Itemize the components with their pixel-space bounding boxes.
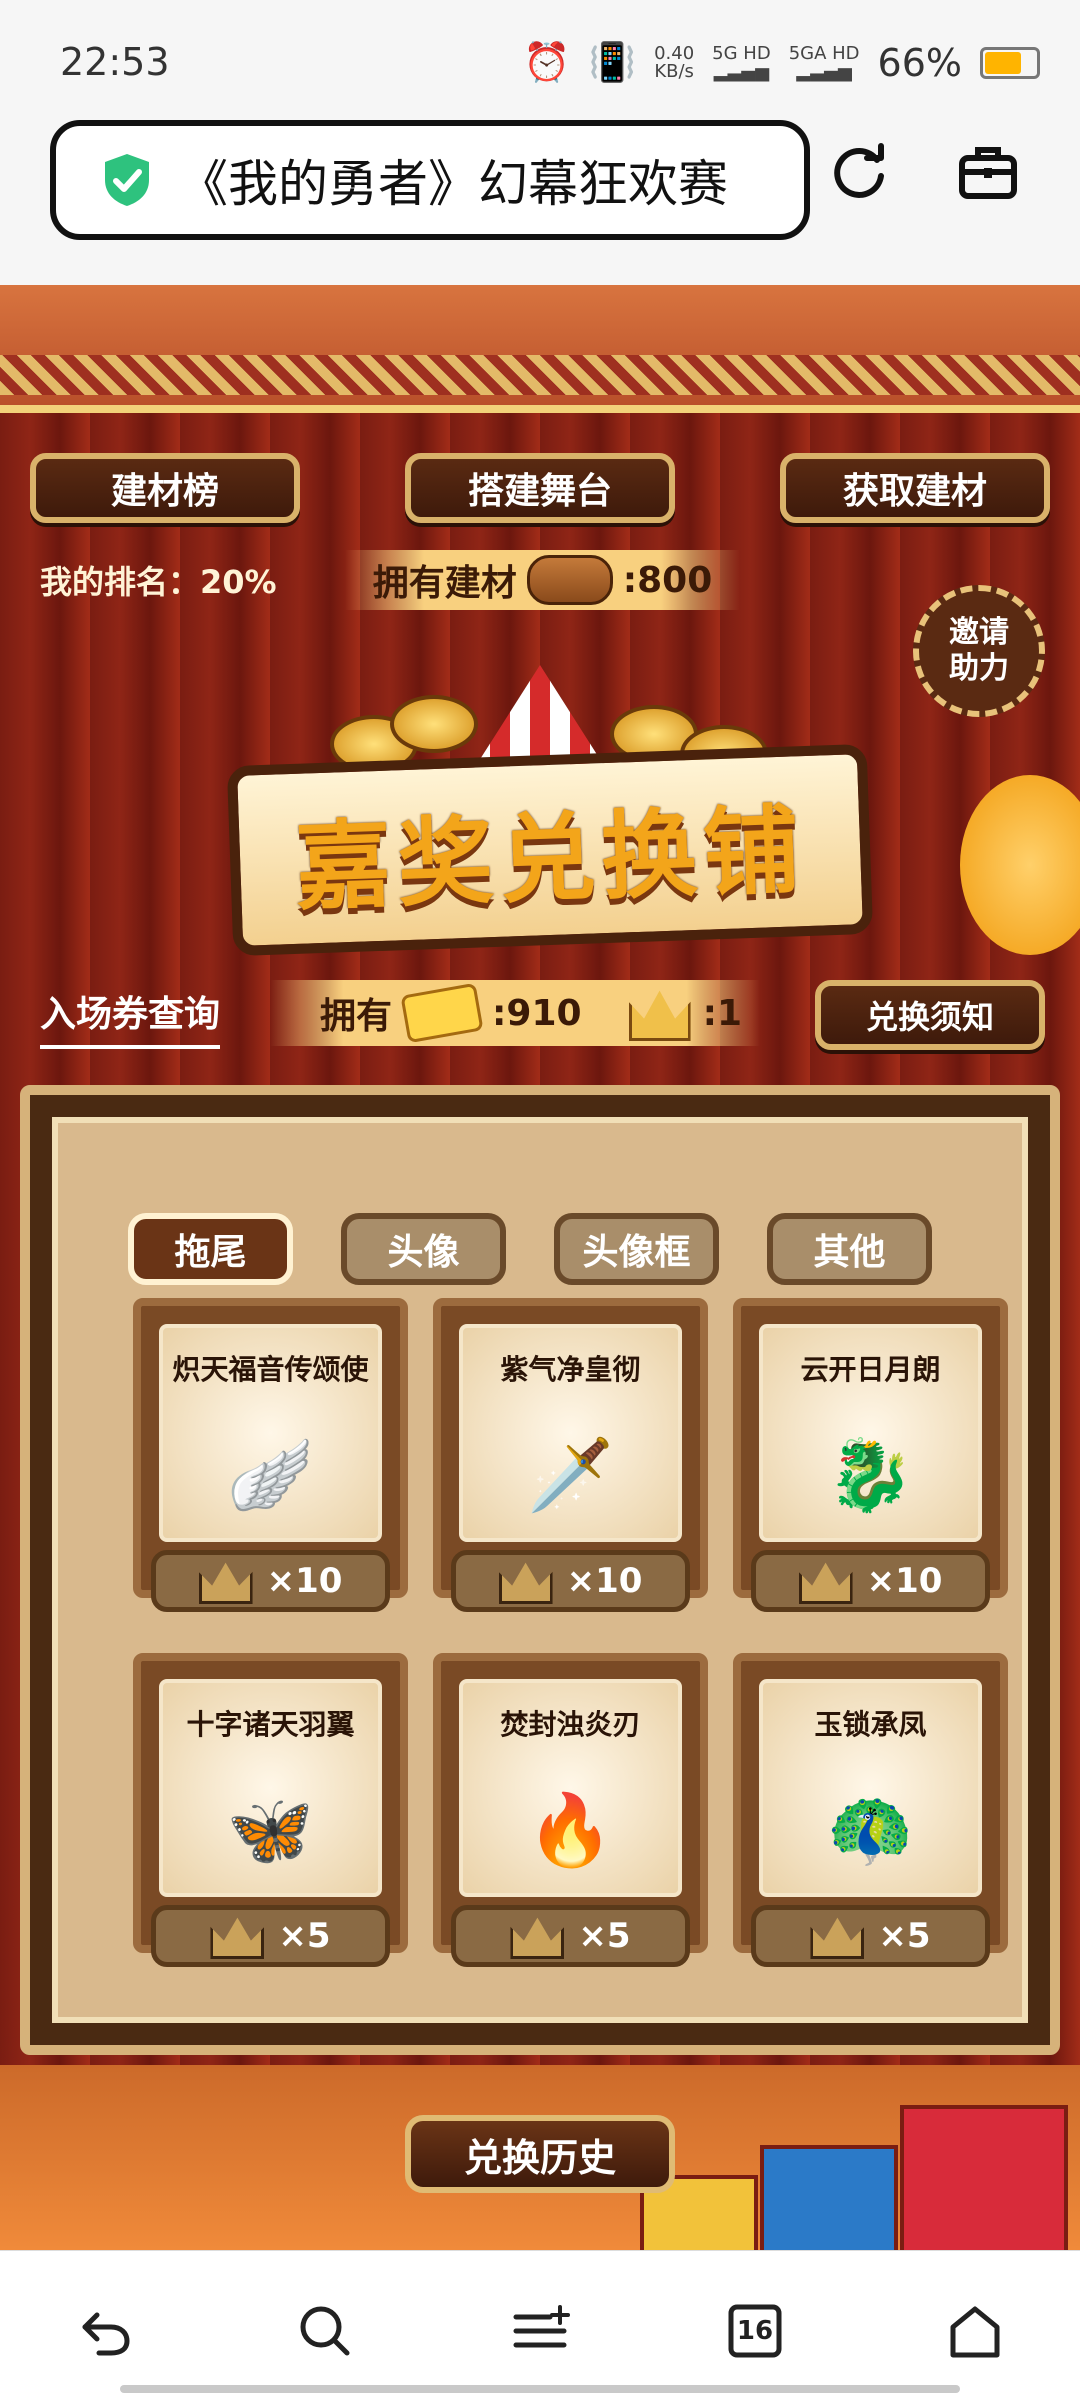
reward-name: 玉锁承凤 <box>814 1708 927 1741</box>
page-title: 《我的勇者》幻幕狂欢赛 <box>178 155 728 213</box>
browser-bottom-nav: 16 <box>0 2250 1080 2401</box>
get-materials-button[interactable]: 获取建材 <box>780 453 1050 523</box>
tab-count: 16 <box>736 2316 774 2346</box>
exchange-notice-button[interactable]: 兑换须知 <box>815 980 1045 1050</box>
reward-cost: ×5 <box>451 1905 690 1967</box>
reward-card[interactable]: 玉锁承凤 🦚 ×5 <box>733 1653 1008 1967</box>
gesture-bar <box>120 2385 960 2393</box>
purple-blade-icon: 🗡️ <box>526 1433 615 1516</box>
reward-card[interactable]: 十字诸天羽翼 🦋 ×5 <box>133 1653 408 1967</box>
reward-cost: ×5 <box>751 1905 990 1967</box>
reward-name: 炽天福音传颂使 <box>172 1353 369 1386</box>
search-icon <box>300 2306 350 2356</box>
crown-count: :1 <box>702 992 743 1034</box>
network-speed: 0.40 KB/s <box>654 42 695 82</box>
signal-5g: 5G HD ▂▃▄▅ <box>712 42 771 82</box>
invite-help-button[interactable]: 邀请 助力 <box>913 585 1045 717</box>
ticket-icon <box>400 982 484 1044</box>
security-shield-icon <box>105 154 149 206</box>
crown-icon <box>810 1917 865 1959</box>
crown-icon <box>498 1562 553 1604</box>
crown-icon <box>510 1917 565 1959</box>
alarm-icon: ⏰ <box>523 40 571 84</box>
reward-cost: ×10 <box>151 1550 390 1612</box>
status-icons: ⏰ 📳 0.40 KB/s 5G HD ▂▃▄▅ 5GA HD ▂▃▄▅ 66% <box>523 40 1040 85</box>
back-button[interactable] <box>70 2296 140 2366</box>
build-stage-button[interactable]: 搭建舞台 <box>405 453 675 523</box>
battery-icon <box>980 46 1040 79</box>
reward-cost: ×10 <box>751 1550 990 1612</box>
wood-log-icon <box>526 555 613 605</box>
reward-name: 焚封浊炎刃 <box>500 1708 641 1741</box>
flame-blade-icon: 🔥 <box>526 1788 615 1871</box>
reward-card[interactable]: 云开日月朗 🐉 ×10 <box>733 1298 1008 1612</box>
reward-card[interactable]: 紫气净皇彻 🗡️ ×10 <box>433 1298 708 1612</box>
tab-avatar-frame[interactable]: 头像框 <box>554 1213 719 1285</box>
owned-materials: 拥有建材 :800 <box>345 550 740 610</box>
reward-cost: ×10 <box>451 1550 690 1612</box>
status-bar: 22:53 ⏰ 📳 0.40 KB/s 5G HD ▂▃▄▅ 5GA HD ▂▃▄▅… <box>0 0 1080 110</box>
reload-icon[interactable] <box>827 140 891 204</box>
tabs-button[interactable]: 16 <box>720 2296 790 2366</box>
home-button[interactable] <box>940 2296 1010 2366</box>
exchange-panel: 拖尾 头像 头像框 其他 炽天福音传颂使 🪽 ×10 紫气净皇彻 🗡️ ×10 … <box>20 1085 1060 2055</box>
crown-icon <box>210 1917 265 1959</box>
exchange-shop-banner: 嘉奖兑换铺 <box>226 743 874 957</box>
tab-avatar[interactable]: 头像 <box>341 1213 506 1285</box>
menu-icon <box>513 2305 570 2348</box>
balloon-icon <box>960 775 1080 955</box>
address-bar[interactable]: 《我的勇者》幻幕狂欢赛 <box>50 120 810 240</box>
reward-card[interactable]: 炽天福音传颂使 🪽 ×10 <box>133 1298 408 1612</box>
toolbox-icon[interactable] <box>956 140 1020 204</box>
coin-icon <box>390 695 478 753</box>
clock: 22:53 <box>60 40 170 84</box>
ticket-query-link[interactable]: 入场券查询 <box>40 985 221 1049</box>
jade-phoenix-icon: 🦚 <box>826 1788 915 1871</box>
golden-wings-icon: 🪽 <box>226 1433 315 1516</box>
panel-inner: 拖尾 头像 头像框 其他 炽天福音传颂使 🪽 ×10 紫气净皇彻 🗡️ ×10 … <box>52 1117 1028 2023</box>
stage-top-decoration <box>0 285 1080 413</box>
browser-actions <box>827 140 1020 204</box>
event-page: 建材榜 搭建舞台 获取建材 我的排名：20% 拥有建材 :800 邀请 助力 嘉… <box>0 285 1080 2250</box>
tab-trail[interactable]: 拖尾 <box>128 1213 293 1285</box>
tab-other[interactable]: 其他 <box>767 1213 932 1285</box>
reward-name: 紫气净皇彻 <box>500 1353 641 1386</box>
dragon-ornament-icon: 🐉 <box>826 1433 915 1516</box>
search-button[interactable] <box>290 2296 360 2366</box>
reward-card[interactable]: 焚封浊炎刃 🔥 ×5 <box>433 1653 708 1967</box>
crown-icon <box>798 1562 853 1604</box>
browser-toolbar: 《我的勇者》幻幕狂欢赛 <box>0 110 1080 285</box>
exchange-history-button[interactable]: 兑换历史 <box>405 2115 675 2193</box>
back-arrow-icon <box>82 2312 130 2356</box>
ice-wings-icon: 🦋 <box>226 1788 315 1871</box>
vibrate-icon: 📳 <box>588 40 637 84</box>
crown-icon <box>628 990 691 1041</box>
battery-percent: 66% <box>877 40 962 85</box>
gift-box-icon <box>760 2145 898 2250</box>
reward-grid: 炽天福音传颂使 🪽 ×10 紫气净皇彻 🗡️ ×10 云开日月朗 🐉 ×10 十… <box>133 1298 1013 1967</box>
menu-button[interactable] <box>505 2296 575 2366</box>
reward-cost: ×5 <box>151 1905 390 1967</box>
my-rank: 我的排名：20% <box>40 563 277 601</box>
crown-icon <box>198 1562 253 1604</box>
reward-name: 云开日月朗 <box>800 1353 941 1386</box>
signal-5ga: 5GA HD ▂▃▄▅ <box>788 42 860 82</box>
gift-box-icon <box>900 2105 1068 2250</box>
owned-currency: 拥有 :910 :1 <box>270 980 760 1046</box>
materials-rank-button[interactable]: 建材榜 <box>30 453 300 523</box>
home-icon <box>950 2306 1000 2358</box>
category-tabs: 拖尾 头像 头像框 其他 <box>128 1213 932 1285</box>
reward-name: 十字诸天羽翼 <box>186 1708 355 1741</box>
ticket-count: :910 <box>492 992 582 1034</box>
